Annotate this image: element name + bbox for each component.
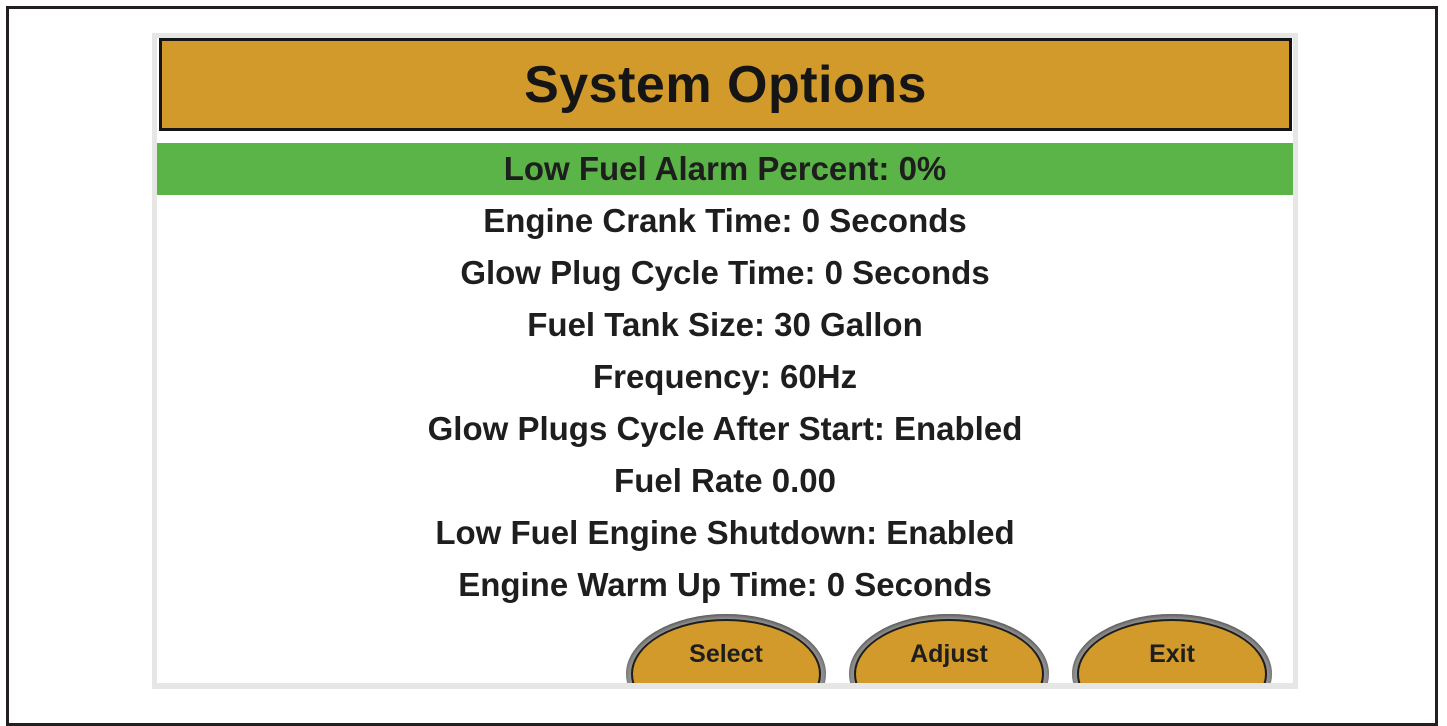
option-engine-warm-up-time[interactable]: Engine Warm Up Time: 0 Seconds <box>157 559 1293 611</box>
option-low-fuel-alarm-percent[interactable]: Low Fuel Alarm Percent: 0% <box>157 143 1293 195</box>
adjust-button-label: Adjust <box>910 640 988 668</box>
page-title: System Options <box>524 55 927 114</box>
display-screen: System Options Low Fuel Alarm Percent: 0… <box>152 33 1298 689</box>
adjust-button[interactable]: Adjust <box>849 614 1049 683</box>
select-button-label: Select <box>689 640 763 668</box>
option-frequency[interactable]: Frequency: 60Hz <box>157 351 1293 403</box>
option-low-fuel-engine-shutdown[interactable]: Low Fuel Engine Shutdown: Enabled <box>157 507 1293 559</box>
exit-button[interactable]: Exit <box>1072 614 1272 683</box>
option-fuel-rate[interactable]: Fuel Rate 0.00 <box>157 455 1293 507</box>
select-button[interactable]: Select <box>626 614 826 683</box>
option-glow-plugs-cycle-after-start[interactable]: Glow Plugs Cycle After Start: Enabled <box>157 403 1293 455</box>
screen-content: System Options Low Fuel Alarm Percent: 0… <box>157 38 1293 683</box>
option-glow-plug-cycle-time[interactable]: Glow Plug Cycle Time: 0 Seconds <box>157 247 1293 299</box>
options-list: Low Fuel Alarm Percent: 0% Engine Crank … <box>157 143 1293 611</box>
exit-button-label: Exit <box>1149 640 1195 668</box>
option-engine-crank-time[interactable]: Engine Crank Time: 0 Seconds <box>157 195 1293 247</box>
title-bar: System Options <box>159 38 1292 131</box>
option-fuel-tank-size[interactable]: Fuel Tank Size: 30 Gallon <box>157 299 1293 351</box>
